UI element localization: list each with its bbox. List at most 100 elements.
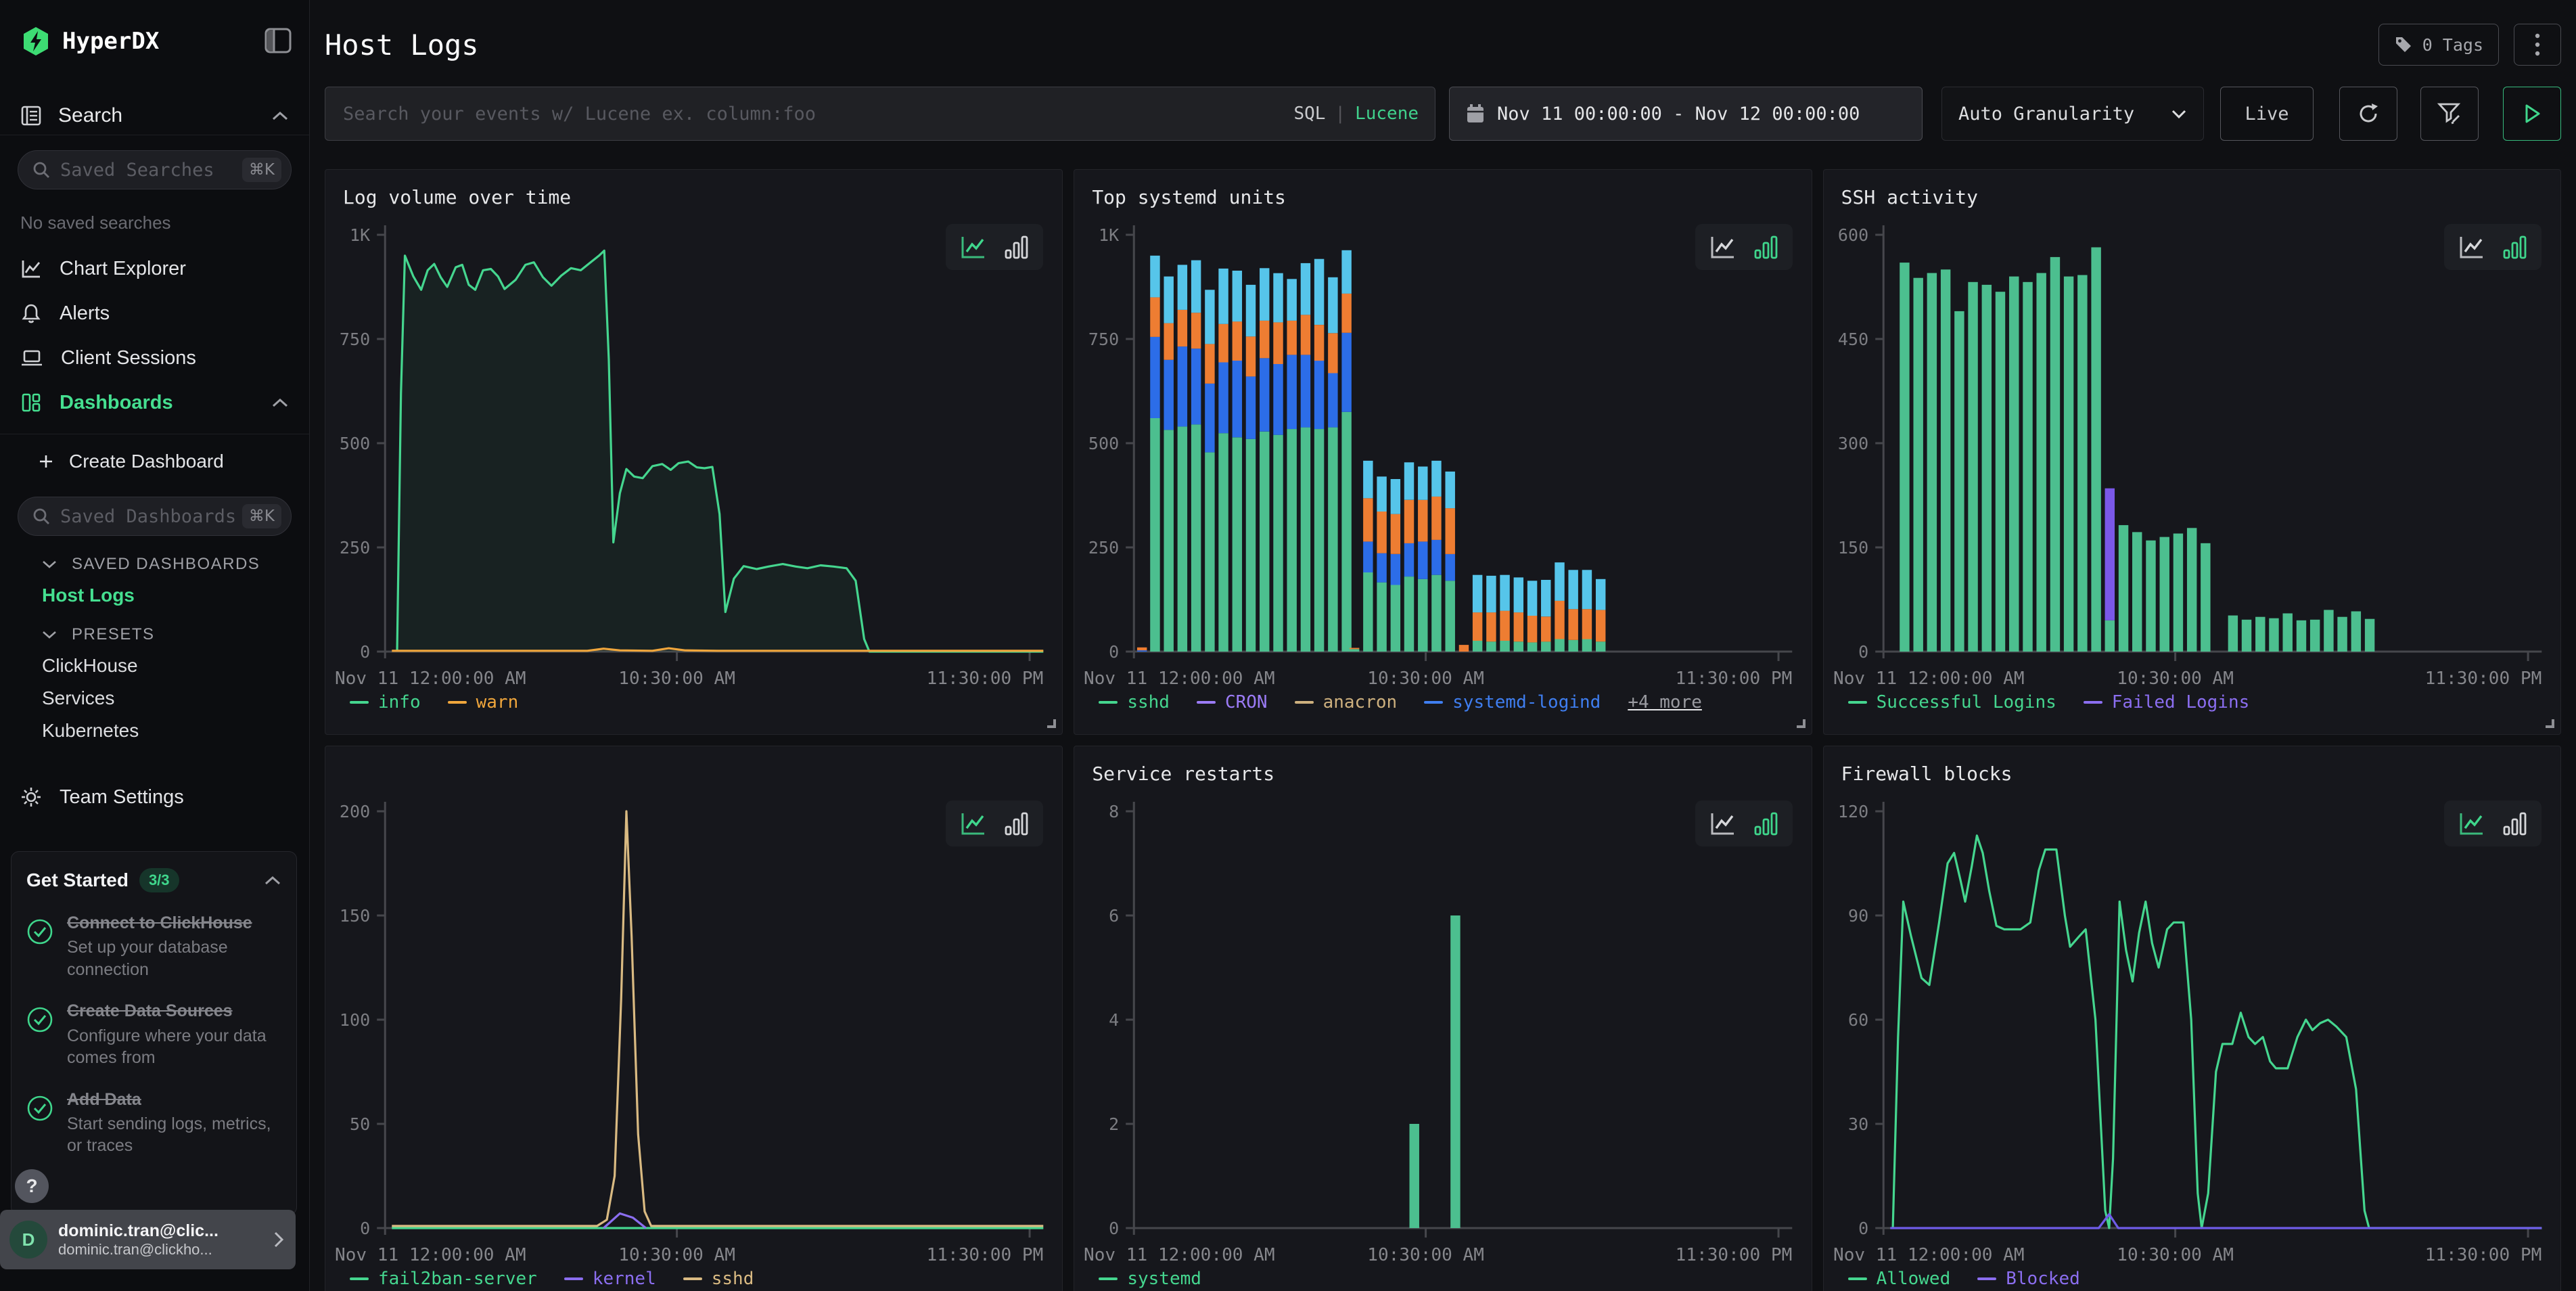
event-search-input[interactable] [325, 104, 1435, 124]
svg-text:Nov 11 12:00:00 AM: Nov 11 12:00:00 AM [1084, 669, 1275, 688]
shortcut-badge: ⌘K [242, 504, 281, 528]
dashboard-item-host-logs[interactable]: Host Logs [42, 585, 309, 606]
legend-swatch [1977, 1277, 1996, 1280]
legend-swatch [448, 701, 467, 704]
user-display-name: dominic.tran@clic... [58, 1221, 273, 1241]
sql-toggle[interactable]: SQL [1293, 104, 1325, 124]
saved-dashboards-input[interactable] [60, 506, 242, 527]
legend-item-failed-logins[interactable]: Failed Logins [2084, 692, 2250, 712]
presets-heading[interactable]: PRESETS [42, 625, 309, 644]
bar-chart-toggle-button[interactable] [2501, 809, 2529, 838]
legend-more-link[interactable]: +4 more [1628, 692, 1702, 712]
bar-chart-toggle-button[interactable] [1003, 232, 1031, 262]
line-chart-toggle-button[interactable] [2456, 232, 2486, 262]
tags-button[interactable]: 0 Tags [2378, 24, 2499, 66]
bar-chart-icon [1003, 232, 1031, 262]
svg-text:600: 600 [1838, 225, 1868, 245]
bar-chart-icon [2501, 809, 2529, 838]
svg-text:Nov 11 12:00:00 AM: Nov 11 12:00:00 AM [335, 1245, 526, 1265]
create-dashboard-button[interactable]: Create Dashboard [0, 448, 309, 475]
run-query-button[interactable] [2503, 87, 2561, 141]
panel-menu-button[interactable] [2514, 24, 2561, 66]
chart-panel-auth-failures: 050100150200Nov 11 12:00:00 AM10:30:00 A… [325, 746, 1063, 1291]
svg-text:90: 90 [1848, 906, 1868, 926]
line-chart-toggle-button[interactable] [958, 232, 988, 262]
bell-icon [20, 302, 42, 324]
user-menu[interactable]: D dominic.tran@clic... dominic.tran@clic… [0, 1210, 296, 1269]
sidebar-item-client-sessions[interactable]: Client Sessions [0, 344, 309, 371]
legend-item-blocked[interactable]: Blocked [1977, 1269, 2080, 1289]
svg-text:10:30:00 AM: 10:30:00 AM [618, 1245, 735, 1265]
sidebar-item-chart-explorer[interactable]: Chart Explorer [0, 255, 309, 282]
legend-item-anacron[interactable]: anacron [1295, 692, 1398, 712]
bar-chart-toggle-button[interactable] [2501, 232, 2529, 262]
live-button[interactable]: Live [2220, 87, 2314, 141]
legend-swatch [1197, 701, 1216, 704]
chart-canvas: 050100150200Nov 11 12:00:00 AM10:30:00 A… [332, 791, 1051, 1265]
bar-chart-icon [1752, 809, 1780, 838]
panel-title: Top systemd units [1092, 186, 1793, 210]
sidebar-collapse-button[interactable] [264, 28, 292, 55]
chart-legend: Allowed Blocked [1848, 1269, 2547, 1289]
sidebar-item-alerts[interactable]: Alerts [0, 300, 309, 327]
saved-dashboards-heading[interactable]: SAVED DASHBOARDS [42, 555, 309, 574]
chart-svg: 0306090120Nov 11 12:00:00 AM10:30:00 AM1… [1831, 791, 2550, 1265]
panel-resize-handle[interactable] [1047, 719, 1056, 728]
bar-chart-toggle-button[interactable] [1752, 809, 1780, 838]
legend-item-allowed[interactable]: Allowed [1848, 1269, 1951, 1289]
granularity-select[interactable]: Auto Granularity [1941, 87, 2204, 141]
legend-item-warn[interactable]: warn [448, 692, 519, 712]
svg-text:11:30:00 PM: 11:30:00 PM [2424, 1245, 2542, 1265]
date-range-picker[interactable]: Nov 11 00:00:00 - Nov 12 00:00:00 [1449, 87, 1923, 141]
help-button[interactable]: ? [15, 1169, 49, 1203]
sidebar-item-dashboards[interactable]: Dashboards [0, 389, 309, 416]
saved-searches-input[interactable] [60, 160, 242, 181]
lucene-toggle[interactable]: Lucene [1355, 104, 1419, 124]
panel-title: SSH activity [1841, 186, 2543, 210]
bar-chart-icon [1752, 232, 1780, 262]
legend-item-info[interactable]: info [350, 692, 421, 712]
chart-canvas: 02505007501KNov 11 12:00:00 AM10:30:00 A… [1081, 214, 1800, 688]
sidebar-item-team-settings[interactable]: Team Settings [0, 784, 309, 811]
legend-item-successful-logins[interactable]: Successful Logins [1848, 692, 2056, 712]
legend-item-cron[interactable]: CRON [1197, 692, 1268, 712]
gear-icon [20, 786, 42, 808]
svg-text:4: 4 [1109, 1010, 1119, 1030]
line-chart-toggle-button[interactable] [2456, 809, 2486, 838]
chart-legend: systemd [1099, 1269, 1797, 1289]
preset-item-services[interactable]: Services [42, 687, 309, 709]
preset-item-kubernetes[interactable]: Kubernetes [42, 720, 309, 742]
sidebar-section-search[interactable]: Search [0, 96, 309, 135]
legend-item-sshd[interactable]: sshd [1099, 692, 1170, 712]
legend-swatch [564, 1277, 583, 1280]
legend-item-kernel[interactable]: kernel [564, 1269, 656, 1289]
svg-text:10:30:00 AM: 10:30:00 AM [1368, 1245, 1485, 1265]
refresh-button[interactable] [2339, 87, 2397, 141]
get-started-item-add-data[interactable]: Add Data Start sending logs, metrics, or… [26, 1089, 281, 1157]
svg-text:11:30:00 PM: 11:30:00 PM [927, 1245, 1044, 1265]
get-started-item-connect[interactable]: Connect to ClickHouse Set up your databa… [26, 913, 281, 980]
chevron-down-icon [2171, 109, 2187, 119]
legend-item-fail2ban-server[interactable]: fail2ban-server [350, 1269, 537, 1289]
svg-text:120: 120 [1838, 802, 1868, 821]
bar-chart-icon [1003, 809, 1031, 838]
bar-chart-toggle-button[interactable] [1752, 232, 1780, 262]
play-icon [2521, 102, 2543, 125]
get-started-item-sources[interactable]: Create Data Sources Configure where your… [26, 1001, 281, 1068]
legend-item-systemd-logind[interactable]: systemd-logind [1424, 692, 1601, 712]
legend-swatch [1424, 701, 1443, 704]
legend-item-systemd[interactable]: systemd [1099, 1269, 1201, 1289]
filter-button[interactable] [2420, 87, 2479, 141]
preset-item-clickhouse[interactable]: ClickHouse [42, 655, 309, 677]
line-chart-toggle-button[interactable] [1707, 232, 1737, 262]
chart-panel-service-restarts: Service restarts 02468Nov 11 12:00:00 AM… [1074, 746, 1812, 1291]
get-started-header[interactable]: Get Started 3/3 [26, 868, 281, 892]
bar-chart-toggle-button[interactable] [1003, 809, 1031, 838]
panel-resize-handle[interactable] [2546, 719, 2554, 728]
legend-item-sshd[interactable]: sshd [683, 1269, 754, 1289]
panel-resize-handle[interactable] [1797, 719, 1806, 728]
chevron-down-icon [42, 560, 57, 569]
line-chart-toggle-button[interactable] [1707, 809, 1737, 838]
svg-text:60: 60 [1848, 1010, 1868, 1030]
line-chart-toggle-button[interactable] [958, 809, 988, 838]
